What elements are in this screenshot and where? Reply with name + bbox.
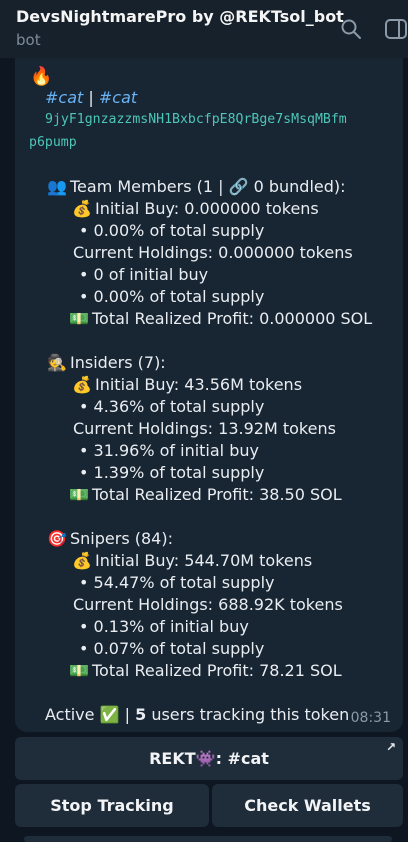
money-icon: 💵 xyxy=(69,309,89,328)
hashtag-link[interactable]: #cat xyxy=(45,88,83,107)
insiders-profit-text: Total Realized Profit: 38.50 SOL xyxy=(92,485,342,504)
money-bag-icon: 💰 xyxy=(72,199,92,218)
team-initial-buy-text: Initial Buy: 0.000000 tokens xyxy=(95,199,319,218)
rekt-button-label: REKT👾: #cat xyxy=(149,749,269,768)
money-icon: 💵 xyxy=(69,661,89,680)
external-link-icon: ↗ xyxy=(385,740,396,754)
money-bag-icon: 💰 xyxy=(72,375,92,394)
team-initial-buy: 💰 Initial Buy: 0.000000 tokens xyxy=(72,199,319,218)
insiders-supply-pct: • 4.36% of total supply xyxy=(79,397,265,416)
chat-title[interactable]: DevsNightmarePro by @REKTsol_bot xyxy=(16,7,344,26)
money-icon: 💵 xyxy=(69,485,89,504)
snipers-initial-buy-text: Initial Buy: 544.70M tokens xyxy=(95,551,313,570)
footer-separator: | xyxy=(124,705,130,724)
insiders-heading: 🕵 Insiders (7): xyxy=(47,353,166,372)
snipers-heading: 🎯 Snipers (84): xyxy=(47,529,173,548)
insiders-of-initial: • 31.96% of initial buy xyxy=(79,441,259,460)
tracking-label: users tracking this token xyxy=(151,705,350,724)
rekt-link-button[interactable]: REKT👾: #cat ↗ xyxy=(15,737,403,780)
message-bubble: 🔥 #cat | #cat 9jyF1gnzazzmsNH1BxbcfpE8Qr… xyxy=(15,40,403,732)
hashtag-link[interactable]: #cat xyxy=(99,88,137,107)
insiders-initial-buy-text: Initial Buy: 43.56M tokens xyxy=(95,375,303,394)
check-wallets-button[interactable]: Check Wallets xyxy=(212,784,403,827)
team-holdings: Current Holdings: 0.000000 tokens xyxy=(73,243,353,262)
fire-emoji: 🔥 xyxy=(30,66,53,87)
team-supply-pct: • 0.00% of total supply xyxy=(79,221,265,240)
message-time: 08:31 xyxy=(350,710,391,726)
token-address-line[interactable]: p6pump xyxy=(29,135,77,150)
team-heading-text: Team Members (1 | 🔗 0 bundled): xyxy=(70,177,346,196)
team-of-initial: • 0 of initial buy xyxy=(79,265,209,284)
team-heading: 👥 Team Members (1 | 🔗 0 bundled): xyxy=(47,177,346,196)
hashtag-separator: | xyxy=(88,88,94,107)
check-wallets-label: Check Wallets xyxy=(244,796,371,815)
stop-tracking-button[interactable]: Stop Tracking xyxy=(15,784,209,827)
insiders-holdings: Current Holdings: 13.92M tokens xyxy=(73,419,336,438)
team-profit-text: Total Realized Profit: 0.000000 SOL xyxy=(92,309,373,328)
next-keyboard-row xyxy=(24,836,392,842)
team-holdings-supply-pct: • 0.00% of total supply xyxy=(79,287,265,306)
stop-tracking-label: Stop Tracking xyxy=(50,796,174,815)
snipers-profit-text: Total Realized Profit: 78.21 SOL xyxy=(92,661,342,680)
snipers-supply-pct: • 54.47% of total supply xyxy=(79,573,275,592)
snipers-initial-buy: 💰 Initial Buy: 544.70M tokens xyxy=(72,551,312,570)
detective-icon: 🕵 xyxy=(47,353,67,372)
snipers-profit: 💵 Total Realized Profit: 78.21 SOL xyxy=(69,661,342,680)
snipers-heading-text: Snipers (84): xyxy=(70,529,173,548)
tracking-count: 5 xyxy=(135,705,147,724)
people-icon: 👥 xyxy=(47,177,67,196)
chat-header: DevsNightmarePro by @REKTsol_bot bot xyxy=(0,0,408,58)
side-panel-icon[interactable] xyxy=(384,18,408,44)
insiders-initial-buy: 💰 Initial Buy: 43.56M tokens xyxy=(72,375,302,394)
team-profit: 💵 Total Realized Profit: 0.000000 SOL xyxy=(69,309,372,328)
money-bag-icon: 💰 xyxy=(72,551,92,570)
insiders-holdings-supply-pct: • 1.39% of total supply xyxy=(79,463,265,482)
snipers-holdings: Current Holdings: 688.92K tokens xyxy=(73,595,343,614)
chat-subtitle: bot xyxy=(16,31,41,49)
active-label: Active xyxy=(45,705,95,724)
search-icon[interactable] xyxy=(340,18,362,44)
check-icon: ✅ xyxy=(99,705,120,724)
tracking-status: Active ✅ | 5 users tracking this token xyxy=(45,705,349,724)
insiders-heading-text: Insiders (7): xyxy=(70,353,166,372)
hashtag-line: #cat | #cat xyxy=(45,88,137,107)
insiders-profit: 💵 Total Realized Profit: 38.50 SOL xyxy=(69,485,342,504)
token-address-line[interactable]: 9jyF1gnzazzmsNH1BxbcfpE8QrBge7sMsqMBfm xyxy=(45,112,347,127)
snipers-holdings-supply-pct: • 0.07% of total supply xyxy=(79,639,265,658)
snipers-of-initial: • 0.13% of initial buy xyxy=(79,617,249,636)
target-icon: 🎯 xyxy=(47,529,67,548)
